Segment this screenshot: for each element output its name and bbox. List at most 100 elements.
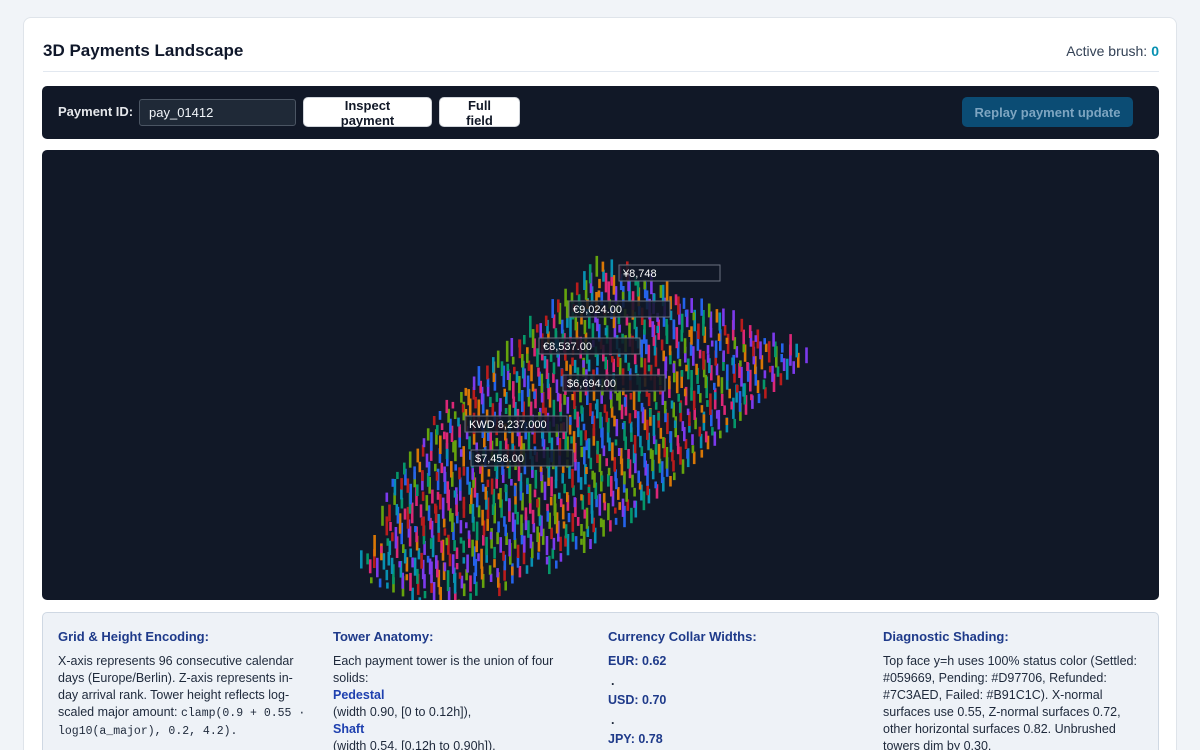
payment-tower[interactable] xyxy=(451,401,455,409)
payment-tower[interactable] xyxy=(381,505,384,526)
payment-tower[interactable] xyxy=(491,403,495,418)
payment-tower[interactable] xyxy=(380,546,383,554)
payment-tower[interactable] xyxy=(580,524,583,536)
payment-tower[interactable] xyxy=(587,486,591,493)
payment-tower[interactable] xyxy=(709,328,713,338)
payment-tower[interactable] xyxy=(731,357,734,366)
payment-tower[interactable] xyxy=(418,461,422,473)
payment-tower[interactable] xyxy=(580,446,584,458)
payment-tower[interactable] xyxy=(675,371,679,394)
payment-tower[interactable] xyxy=(605,411,609,423)
payment-tower[interactable] xyxy=(618,324,621,333)
payment-tower[interactable] xyxy=(432,582,436,600)
payment-tower[interactable] xyxy=(772,332,775,347)
payment-tower[interactable] xyxy=(436,491,440,500)
payment-tower[interactable] xyxy=(681,421,685,432)
payment-tower[interactable] xyxy=(551,548,555,559)
payment-tower[interactable] xyxy=(425,453,429,468)
payment-tower[interactable] xyxy=(445,399,449,414)
payment-tower[interactable] xyxy=(378,578,382,588)
payment-tower[interactable] xyxy=(672,319,676,330)
payment-tower[interactable] xyxy=(561,473,564,484)
payment-tower[interactable] xyxy=(508,539,511,557)
payment-tower[interactable] xyxy=(697,323,700,340)
payment-tower[interactable] xyxy=(409,483,412,505)
payment-tower[interactable] xyxy=(523,535,526,553)
payment-tower[interactable] xyxy=(499,537,502,553)
payment-tower[interactable] xyxy=(431,489,434,504)
payment-tower[interactable] xyxy=(458,477,462,491)
payment-tower[interactable] xyxy=(411,557,414,568)
payment-tower[interactable] xyxy=(443,431,446,440)
payment-tower[interactable] xyxy=(590,492,594,514)
payment-tower[interactable] xyxy=(530,557,534,567)
payment-tower[interactable] xyxy=(536,499,539,508)
payment-tower[interactable] xyxy=(540,373,544,393)
payment-tower[interactable] xyxy=(373,535,376,557)
payment-tower[interactable] xyxy=(732,310,735,330)
payment-tower[interactable] xyxy=(452,441,455,453)
payment-tower[interactable] xyxy=(643,319,646,335)
payment-tower[interactable] xyxy=(691,445,695,454)
payment-tower[interactable] xyxy=(607,467,611,476)
payment-tower[interactable] xyxy=(685,364,688,372)
payment-tower[interactable] xyxy=(618,502,621,510)
payment-tower[interactable] xyxy=(484,486,488,500)
payment-tower[interactable] xyxy=(560,319,564,334)
payment-tower[interactable] xyxy=(477,399,481,419)
payment-tower[interactable] xyxy=(571,532,575,542)
payment-tower[interactable] xyxy=(583,509,587,519)
payment-tower[interactable] xyxy=(467,389,470,406)
payment-tower[interactable] xyxy=(767,341,771,363)
payment-tower[interactable] xyxy=(496,568,499,578)
payment-tower[interactable] xyxy=(690,370,693,390)
payment-tower[interactable] xyxy=(462,501,466,509)
payment-tower[interactable] xyxy=(583,446,586,465)
payment-tower[interactable] xyxy=(695,363,698,375)
payment-tower[interactable] xyxy=(776,366,780,377)
payment-tower[interactable] xyxy=(557,299,560,313)
payment-tower[interactable] xyxy=(414,526,417,533)
payment-tower[interactable] xyxy=(603,501,607,511)
payment-tower[interactable] xyxy=(673,472,676,481)
inspect-payment-button[interactable]: Inspect payment xyxy=(303,97,432,128)
payment-tower[interactable] xyxy=(692,390,696,410)
payment-tower[interactable] xyxy=(475,492,479,508)
payment-tower[interactable] xyxy=(435,471,439,481)
payment-tower[interactable] xyxy=(579,477,583,490)
payment-tower[interactable] xyxy=(688,329,691,337)
payment-tower[interactable] xyxy=(461,404,465,413)
payment-tower[interactable] xyxy=(723,405,726,415)
payment-tower[interactable] xyxy=(763,370,767,379)
payment-tower[interactable] xyxy=(669,476,672,487)
payment-tower[interactable] xyxy=(692,451,696,465)
payment-tower[interactable] xyxy=(714,340,718,358)
payment-tower[interactable] xyxy=(511,430,514,444)
payment-tower[interactable] xyxy=(580,538,583,545)
payment-tower[interactable] xyxy=(709,393,712,415)
payment-tower[interactable] xyxy=(526,477,529,485)
payment-tower[interactable] xyxy=(575,282,579,296)
payment-tower[interactable] xyxy=(706,400,709,407)
payment-tower[interactable] xyxy=(360,550,363,569)
payment-tower[interactable] xyxy=(719,430,722,439)
payment-tower[interactable] xyxy=(416,568,419,584)
payment-tower[interactable] xyxy=(464,387,468,396)
landscape-canvas[interactable]: ¥8,748 €9,024.00 €8,537.00 $6,694.00 KWD… xyxy=(42,150,1159,600)
payment-tower[interactable] xyxy=(780,354,783,363)
payment-tower[interactable] xyxy=(445,537,449,546)
payment-tower[interactable] xyxy=(568,466,571,479)
payment-tower[interactable] xyxy=(471,503,475,523)
payment-tower[interactable] xyxy=(531,509,535,524)
payment-tower[interactable] xyxy=(595,255,599,277)
payment-tower[interactable] xyxy=(583,271,586,290)
payment-tower[interactable] xyxy=(725,337,729,344)
payment-tower[interactable] xyxy=(443,466,446,482)
payment-tower[interactable] xyxy=(443,562,447,572)
payment-tower[interactable] xyxy=(665,281,669,302)
payment-tower[interactable] xyxy=(553,494,557,516)
payment-tower[interactable] xyxy=(497,521,500,533)
payment-tower[interactable] xyxy=(647,364,651,372)
payment-tower[interactable] xyxy=(545,556,549,565)
payment-tower[interactable] xyxy=(459,537,463,544)
